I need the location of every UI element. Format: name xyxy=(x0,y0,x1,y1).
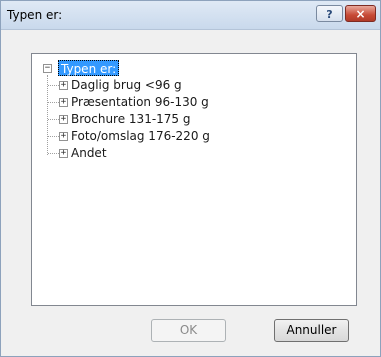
help-button[interactable]: ? xyxy=(316,5,343,22)
expand-icon[interactable]: + xyxy=(59,132,68,141)
close-button[interactable]: × xyxy=(345,5,376,22)
paper-type-tree[interactable]: − Typen er: + Daglig brug <96 g + Præsen… xyxy=(31,53,357,306)
tree-item-label[interactable]: Foto/omslag 176-220 g xyxy=(71,128,210,144)
expand-icon[interactable]: + xyxy=(59,98,68,107)
tree-item-label[interactable]: Brochure 131-175 g xyxy=(71,111,191,127)
tree-item-label[interactable]: Præsentation 96-130 g xyxy=(71,94,209,110)
tree-connector-line xyxy=(47,75,48,155)
expand-icon[interactable]: + xyxy=(59,115,68,124)
tree-item-label[interactable]: Andet xyxy=(71,145,107,161)
collapse-icon[interactable]: − xyxy=(43,64,52,73)
ok-button[interactable]: OK xyxy=(151,319,226,342)
window-title: Typen er: xyxy=(7,8,63,22)
tree-root-label[interactable]: Typen er: xyxy=(58,60,120,76)
tree-item-label[interactable]: Daglig brug <96 g xyxy=(71,77,182,93)
expand-icon[interactable]: + xyxy=(59,149,68,158)
expand-icon[interactable]: + xyxy=(59,81,68,90)
title-bar[interactable]: Typen er: ? × xyxy=(1,1,380,30)
cancel-button[interactable]: Annuller xyxy=(274,319,349,342)
dialog-window: Typen er: ? × − Typen er: + Daglig brug … xyxy=(0,0,381,357)
